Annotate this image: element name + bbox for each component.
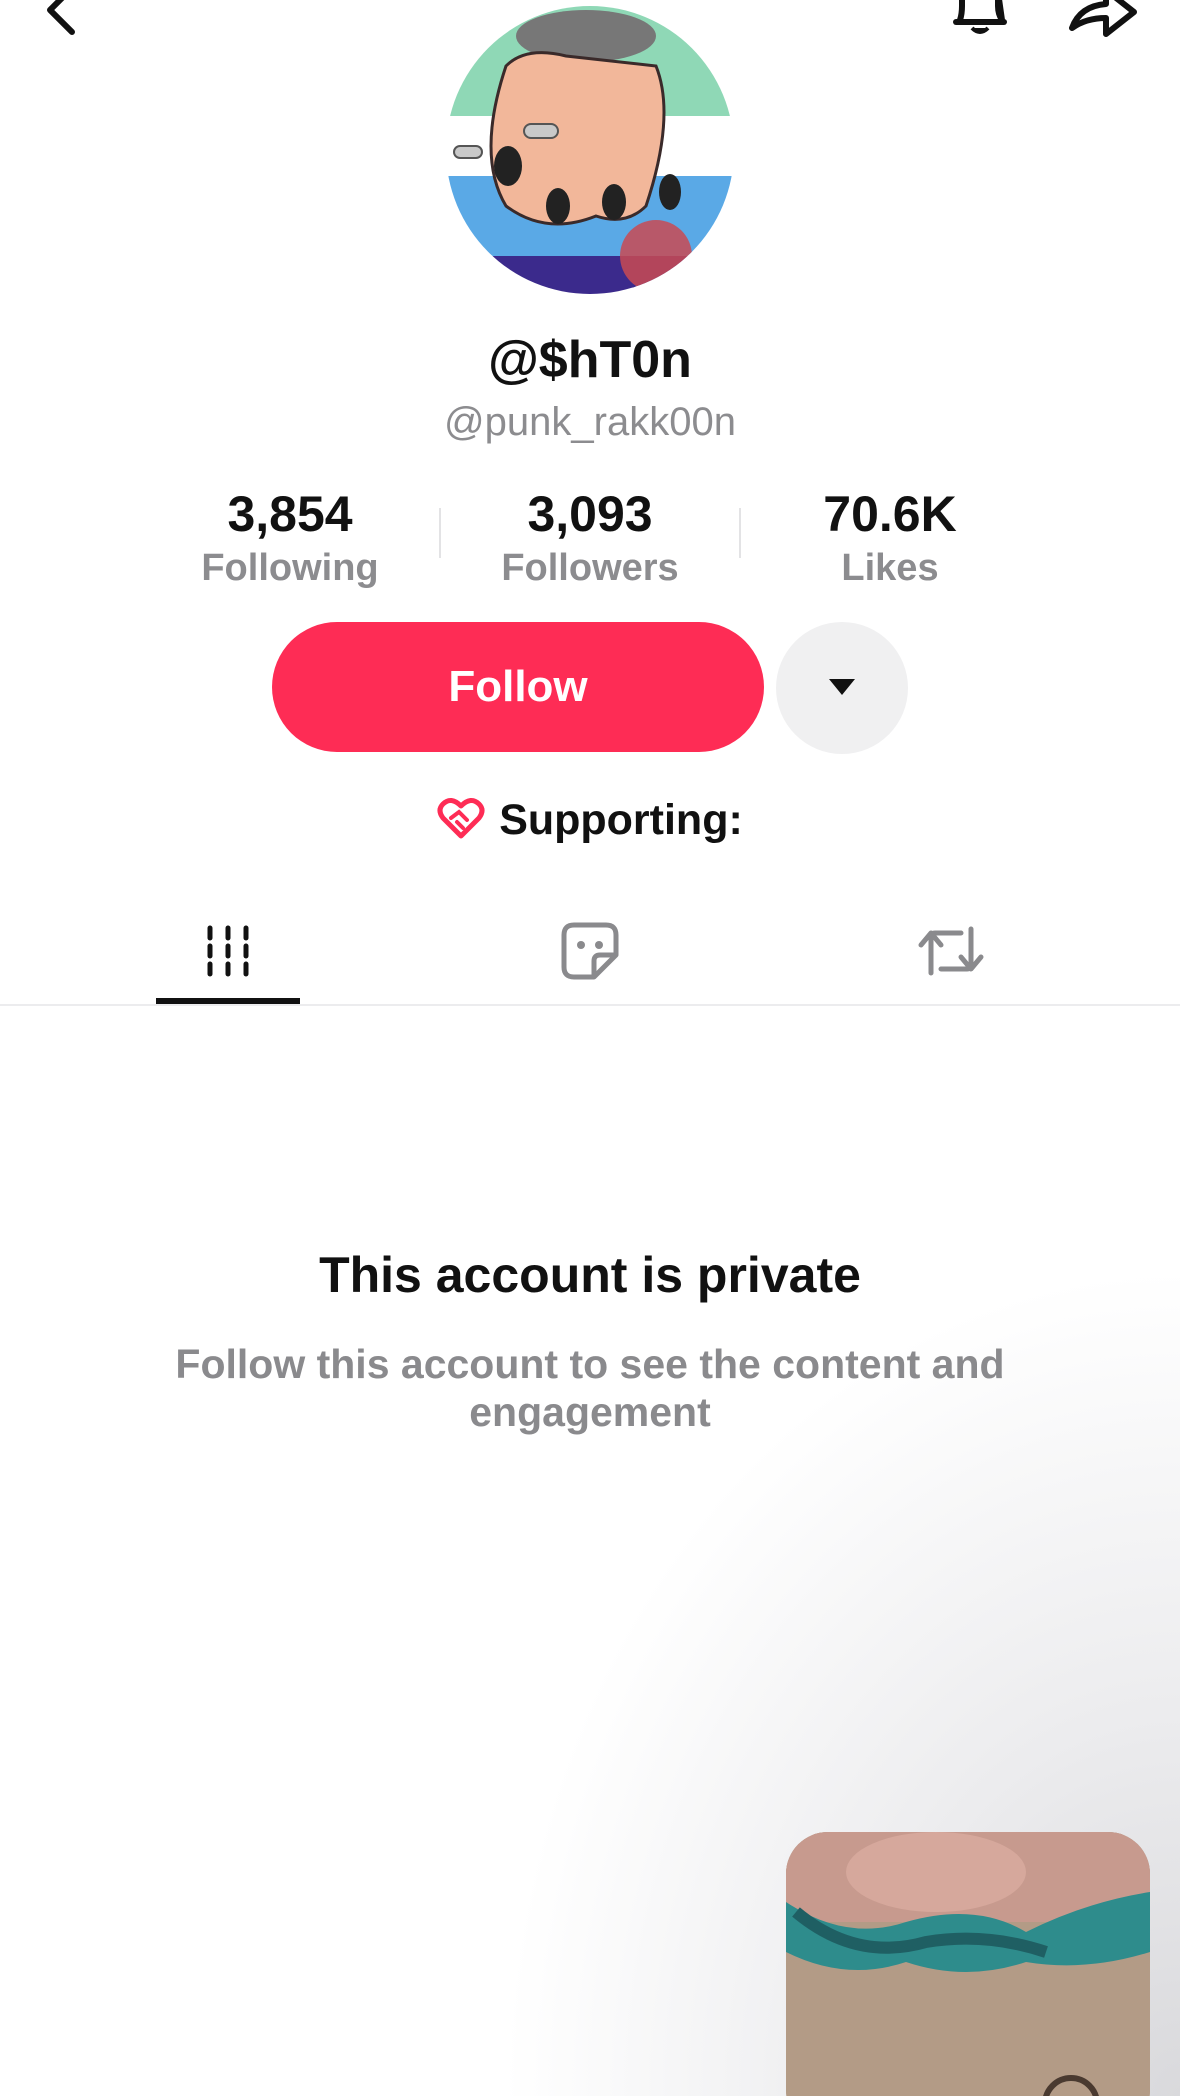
username: @punk_rakk00n xyxy=(444,400,736,444)
tab-videos[interactable] xyxy=(148,900,308,1006)
sticker-icon xyxy=(560,921,620,986)
stat-divider xyxy=(439,508,441,558)
private-description: Follow this account to see the content a… xyxy=(175,1341,1005,1435)
following-label: Following xyxy=(201,547,379,589)
follow-button[interactable]: Follow xyxy=(272,622,764,752)
private-title: This account is private xyxy=(319,1247,861,1303)
stats-row: 3,854 Following 3,093 Followers 70.6K Li… xyxy=(0,484,1180,594)
profile-page: @$hT0n @punk_rakk00n 3,854 Following 3,0… xyxy=(0,0,1180,2096)
stat-divider xyxy=(739,508,741,558)
stat-likes[interactable]: 70.6K Likes xyxy=(760,484,1020,592)
following-count: 3,854 xyxy=(227,486,353,542)
more-options-button[interactable] xyxy=(776,622,908,754)
followers-count: 3,093 xyxy=(527,486,653,542)
heart-handshake-icon xyxy=(437,796,485,845)
repost-icon xyxy=(917,921,985,986)
display-name: @$hT0n xyxy=(488,331,692,389)
caret-down-icon xyxy=(827,677,857,700)
share-icon[interactable] xyxy=(1066,0,1140,48)
supporting-label: Supporting: xyxy=(499,796,743,844)
likes-count: 70.6K xyxy=(823,486,957,542)
followers-label: Followers xyxy=(501,547,679,589)
back-arrow-icon[interactable] xyxy=(40,0,84,44)
stat-followers[interactable]: 3,093 Followers xyxy=(460,484,720,592)
stat-following[interactable]: 3,854 Following xyxy=(160,484,420,592)
grid-icon xyxy=(204,924,252,983)
content-tabs xyxy=(0,900,1180,1006)
bell-icon[interactable] xyxy=(948,0,1012,48)
avatar[interactable] xyxy=(446,6,734,294)
supporting-row[interactable]: Supporting: xyxy=(0,796,1180,845)
active-tab-indicator xyxy=(156,998,300,1004)
likes-label: Likes xyxy=(841,547,939,589)
pip-video[interactable] xyxy=(786,1832,1150,2096)
tab-reposts[interactable] xyxy=(871,900,1031,1006)
tab-stickers[interactable] xyxy=(510,900,670,1006)
